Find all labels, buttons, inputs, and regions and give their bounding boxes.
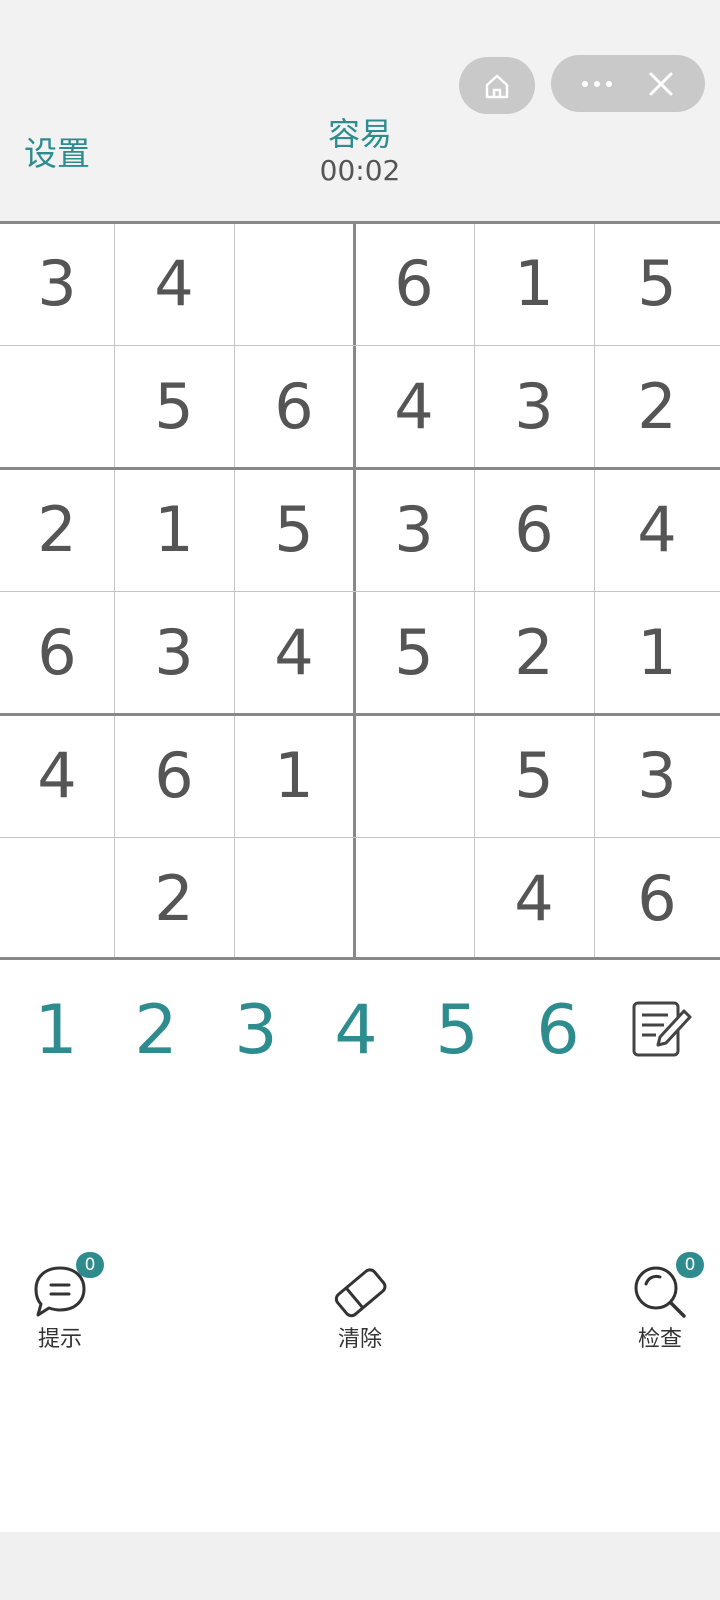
board-cell[interactable] — [0, 837, 114, 959]
board-cell[interactable] — [234, 222, 354, 344]
number-key[interactable]: 3 — [211, 975, 301, 1085]
board-cell[interactable]: 4 — [114, 222, 234, 344]
clear-label: 清除 — [337, 1327, 382, 1352]
board-cell[interactable] — [234, 837, 354, 959]
box-divider-horizontal — [0, 957, 720, 960]
board-cell[interactable]: 4 — [594, 468, 720, 590]
box-divider-horizontal — [0, 713, 720, 716]
grid-line-horizontal — [0, 837, 720, 838]
board-cell[interactable]: 5 — [354, 591, 474, 713]
board-cell[interactable]: 2 — [594, 345, 720, 467]
board-cell[interactable]: 3 — [0, 222, 114, 344]
board-cell[interactable]: 6 — [354, 222, 474, 344]
board-cell[interactable]: 3 — [474, 345, 594, 467]
number-key[interactable]: 4 — [311, 975, 401, 1085]
timer: 00:02 — [319, 154, 401, 187]
box-divider-horizontal — [0, 221, 720, 224]
board-cell[interactable]: 3 — [354, 468, 474, 590]
difficulty-label: 容易 — [327, 115, 392, 153]
clear-button[interactable]: 清除 — [300, 1262, 420, 1354]
check-count-badge: 0 — [676, 1252, 704, 1278]
number-key[interactable]: 2 — [111, 975, 201, 1085]
box-divider-horizontal — [0, 467, 720, 470]
board-cell[interactable]: 5 — [234, 468, 354, 590]
board-cell[interactable]: 6 — [0, 591, 114, 713]
notes-pencil-icon — [632, 1001, 692, 1057]
board-cell[interactable]: 3 — [114, 591, 234, 713]
bottom-bar — [0, 1532, 720, 1600]
board-cell[interactable]: 1 — [594, 591, 720, 713]
more-dots-icon — [582, 80, 612, 87]
home-capsule-button[interactable] — [459, 57, 535, 114]
board-cell[interactable] — [0, 345, 114, 467]
board-cell[interactable]: 6 — [114, 714, 234, 836]
board-cell[interactable]: 5 — [474, 714, 594, 836]
hint-count-badge: 0 — [76, 1252, 104, 1278]
board-cell[interactable]: 6 — [594, 837, 720, 959]
board-cell[interactable] — [354, 837, 474, 959]
number-pad: 123456 — [0, 975, 720, 1085]
grid-line-horizontal — [0, 591, 720, 592]
number-key[interactable]: 1 — [11, 975, 101, 1085]
board-cell[interactable]: 2 — [0, 468, 114, 590]
board-cell[interactable]: 5 — [114, 345, 234, 467]
title-block: 容易 00:02 — [260, 114, 460, 188]
board-cell[interactable]: 4 — [474, 837, 594, 959]
menu-capsule — [551, 55, 705, 112]
board-cell[interactable]: 3 — [594, 714, 720, 836]
board-cell[interactable]: 6 — [474, 468, 594, 590]
number-key[interactable]: 6 — [513, 975, 603, 1085]
board-cell[interactable]: 4 — [354, 345, 474, 467]
board-cell[interactable]: 2 — [114, 837, 234, 959]
board-cell[interactable]: 2 — [474, 591, 594, 713]
board-cell[interactable]: 4 — [234, 591, 354, 713]
header-bar: 设置 容易 00:02 — [0, 0, 720, 222]
close-button[interactable] — [637, 55, 685, 112]
board-cell[interactable]: 1 — [474, 222, 594, 344]
home-icon — [485, 74, 509, 98]
more-options-button[interactable] — [573, 55, 621, 112]
check-button[interactable]: 0 检查 — [600, 1252, 720, 1354]
hint-label: 提示 — [37, 1327, 82, 1352]
check-label: 检查 — [637, 1327, 682, 1352]
eraser-icon — [334, 1268, 387, 1318]
settings-button[interactable]: 设置 — [24, 132, 90, 176]
grid-line-horizontal — [0, 345, 720, 346]
board-cell[interactable] — [354, 714, 474, 836]
board-cell[interactable]: 1 — [234, 714, 354, 836]
sudoku-board: 346155643221536463452146153246 — [0, 221, 720, 960]
board-cell[interactable]: 5 — [594, 222, 720, 344]
board-cell[interactable]: 4 — [0, 714, 114, 836]
board-cell[interactable]: 1 — [114, 468, 234, 590]
hint-button[interactable]: 0 提示 — [0, 1252, 120, 1354]
board-cell[interactable]: 6 — [234, 345, 354, 467]
notes-toggle-button[interactable] — [628, 997, 694, 1063]
number-key[interactable]: 5 — [412, 975, 502, 1085]
close-icon — [649, 72, 673, 95]
